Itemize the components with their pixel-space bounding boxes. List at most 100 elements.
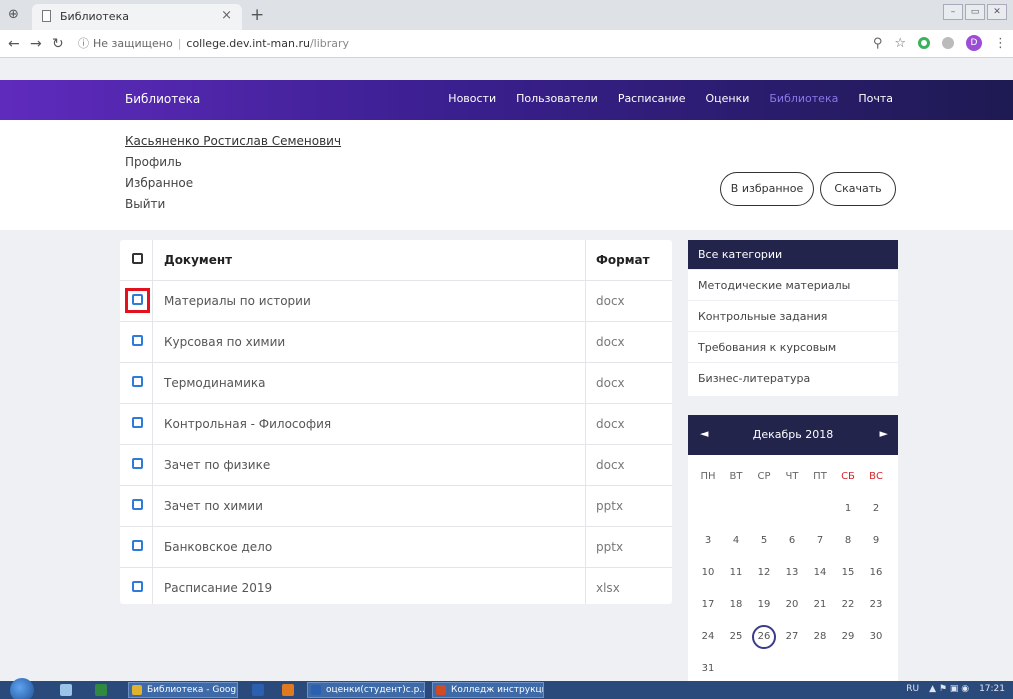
- minimize-button[interactable]: –: [943, 4, 963, 20]
- site-brand[interactable]: Библиотека: [125, 92, 200, 106]
- excel-icon[interactable]: [95, 684, 107, 696]
- table-row[interactable]: Материалы по истории docx: [120, 281, 672, 322]
- table-row[interactable]: Зачет по химии pptx: [120, 486, 672, 527]
- extension-grey-icon[interactable]: [942, 37, 954, 49]
- row-checkbox[interactable]: [132, 499, 143, 510]
- calendar-day[interactable]: 7: [808, 531, 832, 551]
- select-all-checkbox[interactable]: [132, 253, 143, 264]
- download-button[interactable]: Скачать: [820, 172, 896, 206]
- info-icon[interactable]: ⓘ: [78, 37, 89, 50]
- menu-item-schedule[interactable]: Расписание: [618, 92, 686, 105]
- column-header-format[interactable]: Формат: [596, 253, 650, 267]
- calendar-day[interactable]: 4: [724, 531, 748, 551]
- calendar-day[interactable]: 28: [808, 627, 832, 647]
- calendar-day[interactable]: 3: [696, 531, 720, 551]
- calendar-day[interactable]: 27: [780, 627, 804, 647]
- row-checkbox[interactable]: [132, 417, 143, 428]
- reload-icon[interactable]: ↻: [52, 36, 64, 52]
- next-month-icon[interactable]: ►: [880, 427, 888, 440]
- calendar-day[interactable]: 14: [808, 563, 832, 583]
- close-window-button[interactable]: ✕: [987, 4, 1007, 20]
- row-checkbox[interactable]: [132, 294, 143, 305]
- tab-close-icon[interactable]: ×: [221, 8, 232, 23]
- back-icon[interactable]: ←: [8, 36, 20, 52]
- calendar-day[interactable]: 2: [864, 499, 888, 519]
- new-tab-button[interactable]: +: [250, 5, 264, 25]
- bookmark-star-icon[interactable]: ☆: [894, 36, 906, 51]
- table-row[interactable]: Термодинамика docx: [120, 363, 672, 404]
- calendar-day[interactable]: 29: [836, 627, 860, 647]
- profile-avatar[interactable]: D: [966, 35, 982, 51]
- row-checkbox[interactable]: [132, 581, 143, 592]
- calendar-day[interactable]: 11: [724, 563, 748, 583]
- tray-icons[interactable]: ▲ ⚑ ▣ ◉: [929, 684, 969, 694]
- category-methodical[interactable]: Методические материалы: [688, 271, 898, 301]
- row-checkbox[interactable]: [132, 458, 143, 469]
- table-row[interactable]: Курсовая по химии docx: [120, 322, 672, 363]
- table-row[interactable]: Банковское дело pptx: [120, 527, 672, 568]
- category-all[interactable]: Все категории: [688, 240, 898, 270]
- calendar-day[interactable]: 30: [864, 627, 888, 647]
- clock[interactable]: 17:21: [979, 684, 1005, 694]
- category-coursework[interactable]: Требования к курсовым: [688, 333, 898, 363]
- logout-link[interactable]: Выйти: [125, 197, 165, 211]
- calendar-day[interactable]: 19: [752, 595, 776, 615]
- calendar-day[interactable]: 12: [752, 563, 776, 583]
- row-checkbox[interactable]: [132, 335, 143, 346]
- calendar-day[interactable]: 17: [696, 595, 720, 615]
- calendar-day[interactable]: 20: [780, 595, 804, 615]
- calendar-day[interactable]: 1: [836, 499, 860, 519]
- calendar-day[interactable]: 22: [836, 595, 860, 615]
- maximize-button[interactable]: ▭: [965, 4, 985, 20]
- calendar-day[interactable]: 31: [696, 659, 720, 679]
- document-name[interactable]: Банковское дело: [164, 540, 272, 554]
- menu-item-grades[interactable]: Оценки: [705, 92, 749, 105]
- calendar-day[interactable]: 9: [864, 531, 888, 551]
- zoom-icon[interactable]: ⚲: [873, 36, 883, 51]
- document-name[interactable]: Контрольная - Философия: [164, 417, 331, 431]
- taskbar-chrome-button[interactable]: Библиотека - Googl...: [128, 682, 238, 698]
- user-name-link[interactable]: Касьяненко Ростислав Семенович: [125, 134, 341, 148]
- category-business[interactable]: Бизнес-литература: [688, 364, 898, 394]
- language-indicator[interactable]: RU: [906, 684, 919, 694]
- taskbar-ppt-button[interactable]: Колледж инструкци...: [432, 682, 544, 698]
- table-row[interactable]: Расписание 2019 xlsx: [120, 568, 672, 609]
- explorer-icon[interactable]: [60, 684, 72, 696]
- profile-link[interactable]: Профиль: [125, 155, 182, 169]
- menu-item-mail[interactable]: Почта: [858, 92, 893, 105]
- document-name[interactable]: Зачет по химии: [164, 499, 263, 513]
- calendar-day[interactable]: 13: [780, 563, 804, 583]
- calendar-day[interactable]: 6: [780, 531, 804, 551]
- calendar-day[interactable]: 10: [696, 563, 720, 583]
- calendar-day[interactable]: 25: [724, 627, 748, 647]
- document-name[interactable]: Курсовая по химии: [164, 335, 285, 349]
- document-name[interactable]: Расписание 2019: [164, 581, 272, 595]
- calendar-day[interactable]: 24: [696, 627, 720, 647]
- category-tests[interactable]: Контрольные задания: [688, 302, 898, 332]
- app-icon[interactable]: [282, 684, 294, 696]
- menu-item-users[interactable]: Пользователи: [516, 92, 598, 105]
- browser-menu-icon[interactable]: ⋮: [994, 36, 1007, 51]
- column-header-document[interactable]: Документ: [164, 253, 232, 267]
- browser-tab[interactable]: Библиотека ×: [32, 4, 242, 30]
- favorites-link[interactable]: Избранное: [125, 176, 193, 190]
- calendar-day[interactable]: 16: [864, 563, 888, 583]
- document-name[interactable]: Зачет по физике: [164, 458, 270, 472]
- start-button[interactable]: [10, 678, 34, 699]
- calendar-day[interactable]: 5: [752, 531, 776, 551]
- calendar-day[interactable]: 18: [724, 595, 748, 615]
- url-field[interactable]: ⓘ Не защищено | college.dev.int-man.ru/libr…: [78, 34, 958, 54]
- calendar-day-today[interactable]: 26: [752, 625, 776, 649]
- tab-search-icon[interactable]: ⊕: [8, 7, 19, 22]
- table-row[interactable]: Контрольная - Философия docx: [120, 404, 672, 445]
- table-row[interactable]: Зачет по физике docx: [120, 445, 672, 486]
- word-icon[interactable]: [252, 684, 264, 696]
- extension-icon[interactable]: [918, 37, 930, 49]
- calendar-day[interactable]: 21: [808, 595, 832, 615]
- add-to-favorites-button[interactable]: В избранное: [720, 172, 814, 206]
- calendar-day[interactable]: 8: [836, 531, 860, 551]
- taskbar-word-button[interactable]: оценки(студент)с.р...: [307, 682, 425, 698]
- forward-icon[interactable]: →: [30, 36, 42, 52]
- document-name[interactable]: Термодинамика: [164, 376, 265, 390]
- row-checkbox[interactable]: [132, 376, 143, 387]
